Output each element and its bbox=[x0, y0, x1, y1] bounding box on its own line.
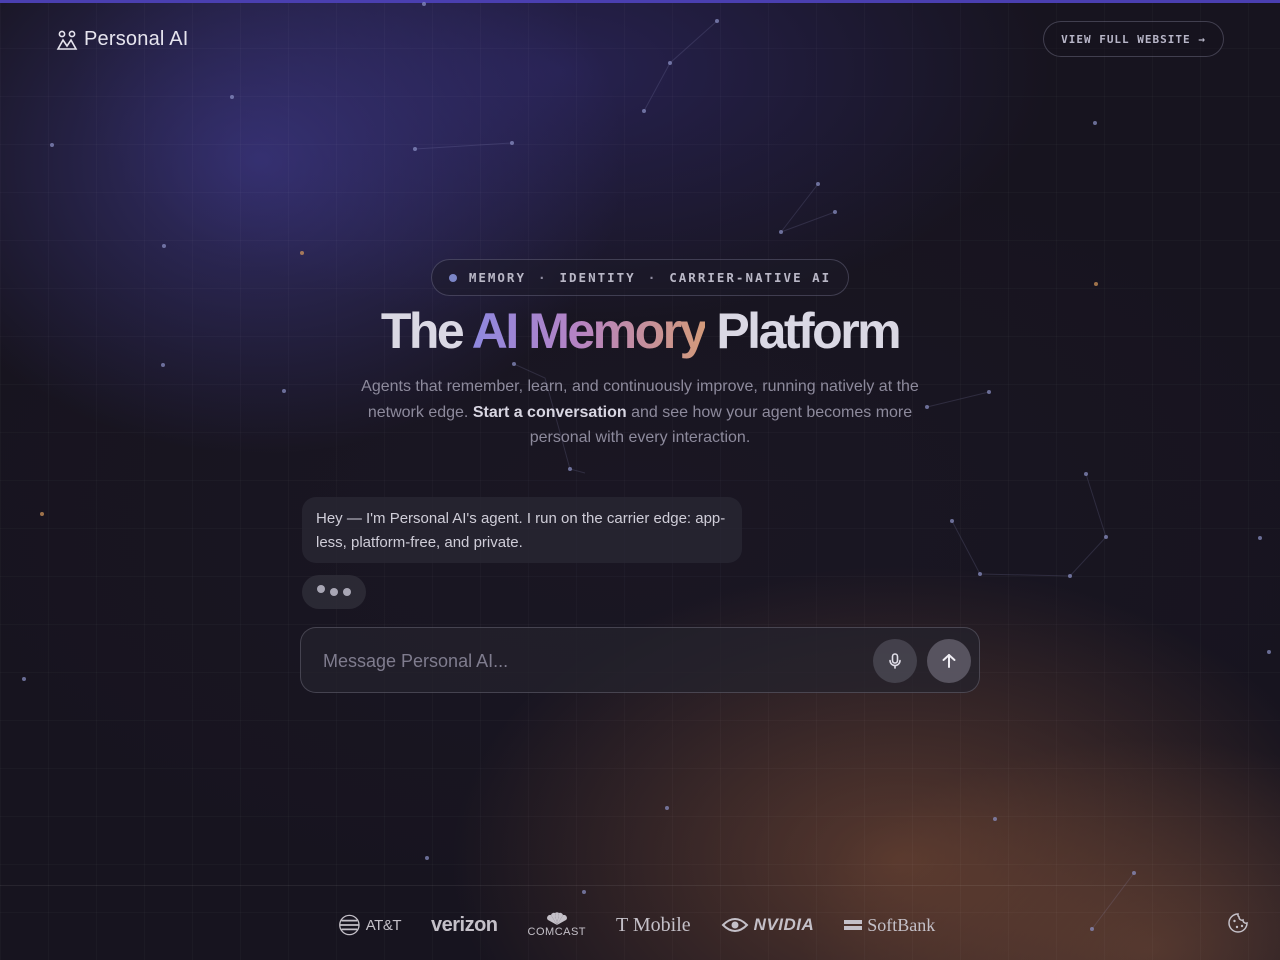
cookie-icon[interactable] bbox=[1227, 912, 1249, 934]
tag-identity: IDENTITY bbox=[559, 270, 636, 285]
peacock-icon bbox=[546, 912, 567, 925]
status-dot-icon bbox=[448, 273, 457, 282]
constellation-lines bbox=[414, 20, 1135, 930]
partner-label: NVIDIA bbox=[753, 915, 815, 934]
feature-tags-pill: MEMORY · IDENTITY · CARRIER-NATIVE AI bbox=[431, 259, 849, 296]
subtitle-bold: Start a conversation bbox=[472, 403, 627, 421]
partner-att: AT&T bbox=[338, 912, 402, 938]
partner-label: T Mobile bbox=[616, 913, 691, 936]
microphone-icon bbox=[889, 653, 901, 669]
arrow-up-icon bbox=[942, 654, 956, 668]
typing-indicator bbox=[302, 575, 366, 609]
partner-nvidia: NVIDIA bbox=[721, 915, 815, 935]
page-title: The AI Memory Platform bbox=[0, 302, 1280, 360]
tag-separator: · bbox=[537, 270, 548, 285]
partner-verizon: verizon bbox=[431, 914, 498, 937]
people-icon bbox=[56, 30, 78, 50]
partner-comcast: COMCAST bbox=[528, 912, 587, 938]
tag-carrier-native-ai: CARRIER-NATIVE AI bbox=[669, 270, 832, 285]
typing-dot bbox=[317, 585, 325, 593]
att-globe-icon bbox=[339, 914, 360, 936]
star-field bbox=[0, 0, 1280, 960]
microphone-button[interactable] bbox=[873, 639, 917, 683]
partner-label: verizon bbox=[431, 913, 498, 936]
send-button[interactable] bbox=[927, 639, 971, 683]
headline-highlight: AI Memory bbox=[471, 303, 708, 359]
headline-start: The bbox=[380, 303, 465, 359]
nvidia-eye-icon bbox=[721, 918, 749, 932]
message-composer bbox=[300, 627, 980, 693]
agent-message: Hey — I'm Personal AI's agent. I run on … bbox=[302, 497, 742, 563]
view-full-website-button[interactable]: VIEW FULL WEBSITE → bbox=[1043, 21, 1224, 57]
typing-dot bbox=[330, 588, 338, 596]
tag-memory: MEMORY bbox=[468, 270, 526, 285]
partner-softbank: SoftBank bbox=[844, 915, 935, 936]
partner-footer: AT&T verizon COMCAST T Mobile NVIDIA Sof… bbox=[0, 885, 1280, 960]
partner-tmobile: T Mobile bbox=[616, 914, 691, 937]
partner-label: AT&T bbox=[365, 916, 402, 934]
headline-end: Platform bbox=[716, 303, 901, 359]
logo-text: Personal AI bbox=[84, 28, 189, 50]
partner-label: COMCAST bbox=[527, 926, 587, 938]
message-input[interactable] bbox=[323, 646, 843, 676]
partner-label: SoftBank bbox=[867, 914, 936, 935]
typing-dot bbox=[343, 588, 351, 596]
hero-subtitle: Agents that remember, learn, and continu… bbox=[350, 374, 930, 451]
softbank-bars-icon bbox=[844, 920, 863, 930]
tag-separator: · bbox=[647, 270, 658, 285]
partner-logos: AT&T verizon COMCAST T Mobile NVIDIA Sof… bbox=[338, 910, 935, 940]
logo[interactable]: Personal AI bbox=[56, 28, 189, 51]
